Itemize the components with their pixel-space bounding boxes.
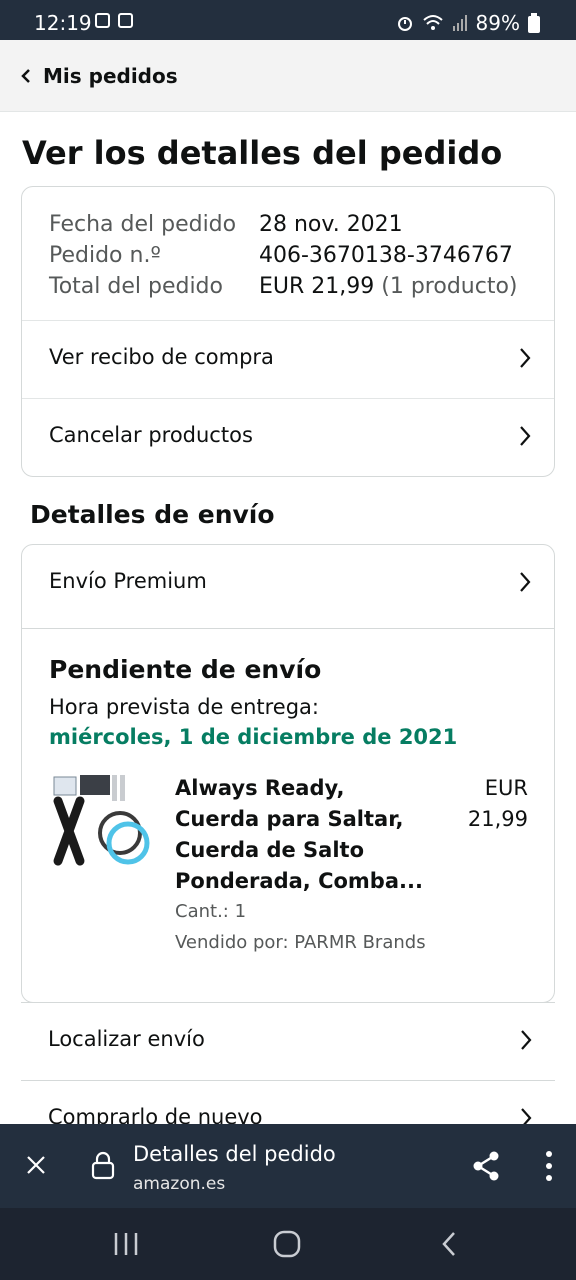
- price-value: 21,99: [467, 807, 528, 831]
- info-value: 406-3670138-3746767: [259, 243, 513, 268]
- chevron-right-icon: [521, 1030, 532, 1050]
- lock-icon: [91, 1151, 115, 1180]
- product-quantity: Cant.: 1: [175, 901, 247, 922]
- status-bar: 12:19 89%: [0, 0, 576, 40]
- share-icon[interactable]: [470, 1150, 502, 1182]
- product-price: EUR 21,99: [428, 773, 528, 835]
- info-value: 28 nov. 2021: [259, 212, 403, 237]
- home-icon[interactable]: [272, 1230, 302, 1258]
- eta-label: Hora prevista de entrega:: [49, 695, 319, 719]
- product-title-link[interactable]: Always Ready, Cuerda para Saltar, Cuerda…: [175, 773, 425, 897]
- product-count: (1 producto): [381, 274, 518, 299]
- shipping-method-label: Envío Premium: [49, 569, 207, 593]
- status-time: 12:19: [34, 11, 92, 35]
- browser-domain: amazon.es: [133, 1174, 226, 1194]
- info-label: Total del pedido: [49, 274, 223, 299]
- notification-icon: [95, 13, 110, 28]
- view-receipt-label: Ver recibo de compra: [49, 345, 274, 369]
- chevron-right-icon: [520, 426, 531, 446]
- close-icon[interactable]: [25, 1154, 47, 1176]
- info-value: EUR 21,99 (1 producto): [259, 271, 518, 302]
- shipping-method-link[interactable]: Envío Premium: [22, 545, 554, 629]
- order-info: Fecha del pedido 28 nov. 2021 Pedido n.º…: [49, 209, 518, 302]
- product-seller: Vendido por: PARMR Brands: [175, 932, 426, 953]
- battery-icon: [528, 13, 540, 33]
- back-chevron-icon: [21, 69, 30, 83]
- info-label: Fecha del pedido: [49, 212, 237, 237]
- order-date-row: Fecha del pedido 28 nov. 2021: [49, 209, 518, 240]
- info-label: Pedido n.º: [49, 243, 161, 268]
- notification-icons: [95, 13, 133, 28]
- status-right: 89%: [396, 11, 540, 35]
- track-package-link[interactable]: Localizar envío: [21, 1002, 555, 1080]
- wifi-icon: [422, 15, 443, 30]
- browser-bar: Detalles del pedido amazon.es: [0, 1124, 576, 1208]
- price-currency: EUR: [484, 776, 528, 800]
- order-summary-card: Fecha del pedido 28 nov. 2021 Pedido n.º…: [21, 186, 555, 477]
- order-total-row: Total del pedido EUR 21,99 (1 producto): [49, 271, 518, 302]
- shipping-card: Envío Premium Pendiente de envío Hora pr…: [21, 544, 555, 1003]
- view-receipt-link[interactable]: Ver recibo de compra: [22, 320, 554, 398]
- track-package-label: Localizar envío: [48, 1027, 205, 1051]
- back-link-label[interactable]: Mis pedidos: [43, 64, 178, 88]
- back-icon[interactable]: [440, 1230, 458, 1258]
- product-image[interactable]: [50, 773, 150, 873]
- cancel-products-label: Cancelar productos: [49, 423, 253, 447]
- eta-date: miércoles, 1 de diciembre de 2021: [49, 725, 458, 749]
- shipping-section-title: Detalles de envío: [30, 500, 275, 529]
- shipment-status: Pendiente de envío: [49, 655, 322, 684]
- chevron-right-icon: [520, 348, 531, 368]
- notification-icon: [118, 13, 133, 28]
- chevron-right-icon: [520, 572, 531, 592]
- battery-level: 89%: [475, 11, 520, 35]
- alarm-icon: [397, 17, 412, 31]
- total-amount: EUR 21,99: [259, 274, 375, 299]
- signal-icon: [452, 15, 467, 31]
- system-nav-bar: [0, 1208, 576, 1280]
- order-number-row: Pedido n.º 406-3670138-3746767: [49, 240, 518, 271]
- more-icon[interactable]: [544, 1150, 554, 1182]
- back-header[interactable]: Mis pedidos: [0, 40, 576, 112]
- page-title: Ver los detalles del pedido: [22, 134, 503, 172]
- browser-page-title: Detalles del pedido: [133, 1142, 336, 1166]
- cancel-products-link[interactable]: Cancelar productos: [22, 398, 554, 476]
- recents-icon[interactable]: [113, 1230, 139, 1258]
